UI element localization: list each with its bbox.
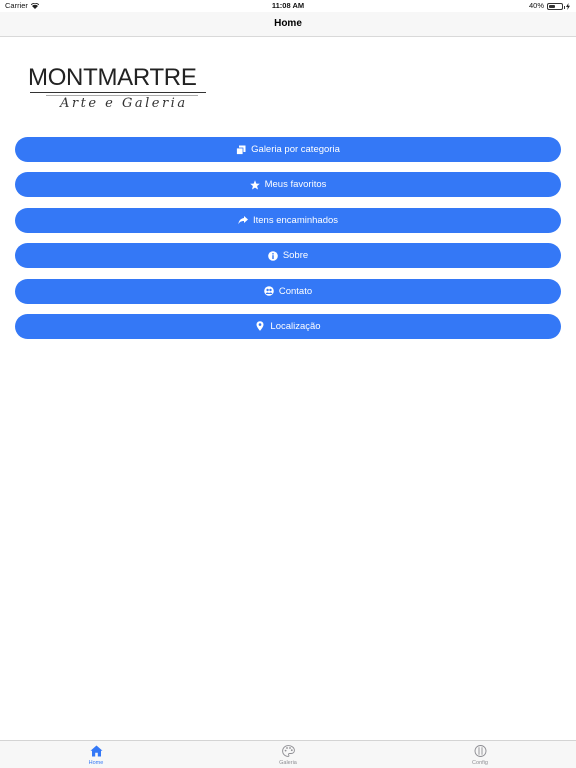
battery-indicator: 40% — [529, 0, 570, 12]
tab-bar: Home Galeria Config — [0, 740, 576, 768]
logo-tagline: Arte e Galeria — [60, 96, 188, 111]
tab-label: Galeria — [279, 759, 297, 766]
tab-config[interactable]: Config — [384, 741, 576, 768]
contact-button[interactable]: Contato — [15, 278, 561, 304]
contact-icon — [264, 286, 274, 296]
home-icon — [89, 744, 103, 758]
favorites-button[interactable]: Meus favoritos — [15, 172, 561, 198]
tab-home[interactable]: Home — [0, 741, 192, 768]
tab-galeria[interactable]: Galeria — [192, 741, 384, 768]
battery-fill — [549, 4, 555, 8]
location-button[interactable]: Localização — [15, 313, 561, 339]
share-arrow-icon — [238, 215, 248, 225]
stacked-images-icon — [236, 145, 246, 155]
logo-wordmark: MONTMARTRE — [28, 64, 197, 91]
tab-label: Home — [88, 759, 104, 766]
clock: 11:08 AM — [271, 1, 305, 10]
logo-rule — [30, 92, 206, 93]
config-icon — [473, 744, 487, 758]
main-menu: Galeria por categoria Meus favoritos Ite… — [15, 137, 561, 349]
forwarded-items-button[interactable]: Itens encaminhados — [15, 207, 561, 233]
charging-bolt-icon — [566, 2, 570, 10]
montmartre-logo: MONTMARTRE Arte e Galeria — [26, 62, 211, 118]
palette-icon — [281, 744, 295, 758]
gallery-by-category-button[interactable]: Galeria por categoria — [15, 137, 561, 162]
status-bar: Carrier 11:08 AM 40% — [0, 0, 576, 12]
battery-icon — [547, 2, 565, 10]
about-button[interactable]: Sobre — [15, 243, 561, 269]
battery-percent: 40% — [528, 1, 544, 10]
menu-label: Contato — [278, 285, 313, 297]
menu-label: Sobre — [282, 250, 309, 262]
info-icon — [268, 250, 278, 261]
star-icon — [249, 180, 260, 190]
menu-label: Galeria por categoria — [251, 144, 340, 155]
menu-label: Meus favoritos — [264, 179, 327, 191]
navigation-bar: Home — [0, 12, 576, 37]
tab-label: Config — [472, 759, 488, 766]
map-pin-icon — [255, 321, 265, 332]
menu-label: Itens encaminhados — [252, 214, 339, 226]
menu-label: Localização — [270, 320, 321, 332]
page-title: Home — [274, 18, 302, 29]
